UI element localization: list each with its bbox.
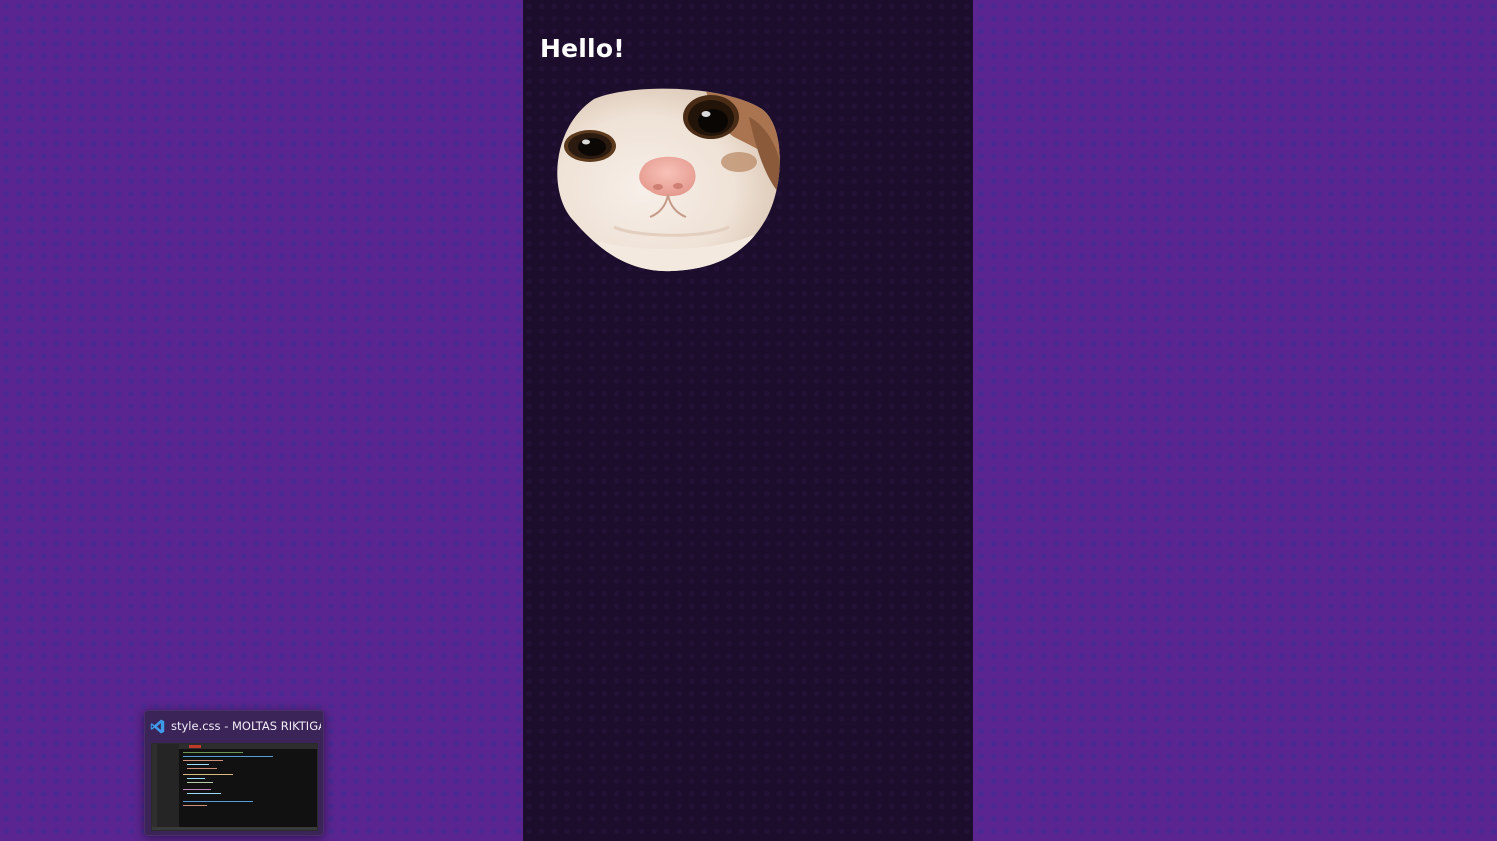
thumbnail-editor xyxy=(179,749,317,827)
thumbnail-sidebar xyxy=(157,744,179,830)
vscode-icon xyxy=(150,719,165,733)
preview-header: style.css - MOLTAS RIKTIGA... xyxy=(145,711,323,741)
cat-face-image xyxy=(557,88,780,272)
thumbnail-status-bar xyxy=(152,827,317,830)
taskbar-window-preview[interactable]: style.css - MOLTAS RIKTIGA... xyxy=(144,710,324,836)
thumbnail-code-line xyxy=(187,768,217,769)
thumbnail-code-line xyxy=(183,756,273,757)
window-thumbnail[interactable] xyxy=(151,743,318,831)
thumbnail-code-line xyxy=(183,805,207,806)
thumbnail-code-line xyxy=(183,789,211,790)
thumbnail-code-line xyxy=(183,774,233,775)
desktop-background: { "page": { "heading": "Hello!", "image_… xyxy=(0,0,1497,841)
thumbnail-code-line xyxy=(187,793,221,794)
thumbnail-code-line xyxy=(187,782,213,783)
thumbnail-code-line xyxy=(183,760,223,761)
thumbnail-code-line xyxy=(187,764,209,765)
preview-window-title: style.css - MOLTAS RIKTIGA... xyxy=(171,719,321,733)
thumbnail-code-line xyxy=(183,752,243,753)
thumbnail-active-tab xyxy=(189,745,201,748)
page-heading: Hello! xyxy=(540,34,625,63)
page-content-column: Hello! xyxy=(523,0,973,841)
thumbnail-code-line xyxy=(187,778,205,779)
thumbnail-code-line xyxy=(183,801,253,802)
